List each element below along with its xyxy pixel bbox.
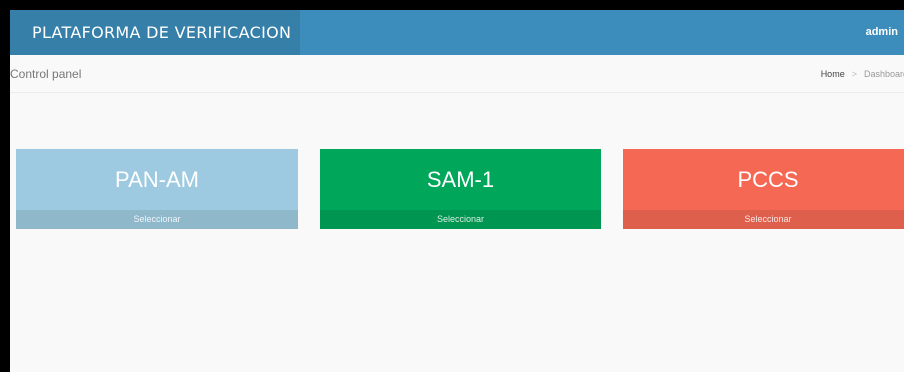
tile-sam-1[interactable]: SAM-1 Seleccionar	[320, 149, 601, 229]
brand-logo[interactable]: PLATAFORMA DE VERIFICACION	[10, 10, 300, 55]
tile-title: SAM-1	[426, 167, 495, 192]
tile-pan-am[interactable]: PAN-AM Seleccionar	[16, 149, 298, 229]
tile-title: PAN-AM	[115, 167, 199, 192]
select-button[interactable]: Seleccionar	[623, 210, 904, 229]
tile-title: PCCS	[737, 167, 799, 192]
breadcrumb-separator: >	[851, 69, 857, 79]
select-button[interactable]: Seleccionar	[16, 210, 298, 229]
select-button[interactable]: Seleccionar	[320, 210, 601, 229]
breadcrumb-home-link[interactable]: Home	[821, 69, 845, 79]
breadcrumb-current: Dashboard	[863, 69, 904, 79]
content-header: Control panel Home > Dashboard	[10, 55, 904, 93]
top-header: PLATAFORMA DE VERIFICACION admin	[10, 10, 904, 55]
breadcrumb: Home > Dashboard	[821, 55, 904, 93]
user-menu[interactable]: admin	[866, 10, 898, 55]
app-window: PLATAFORMA DE VERIFICACION admin Control…	[10, 10, 904, 372]
tile-pccs[interactable]: PCCS Seleccionar	[623, 149, 904, 229]
page-title: Control panel	[10, 67, 82, 81]
